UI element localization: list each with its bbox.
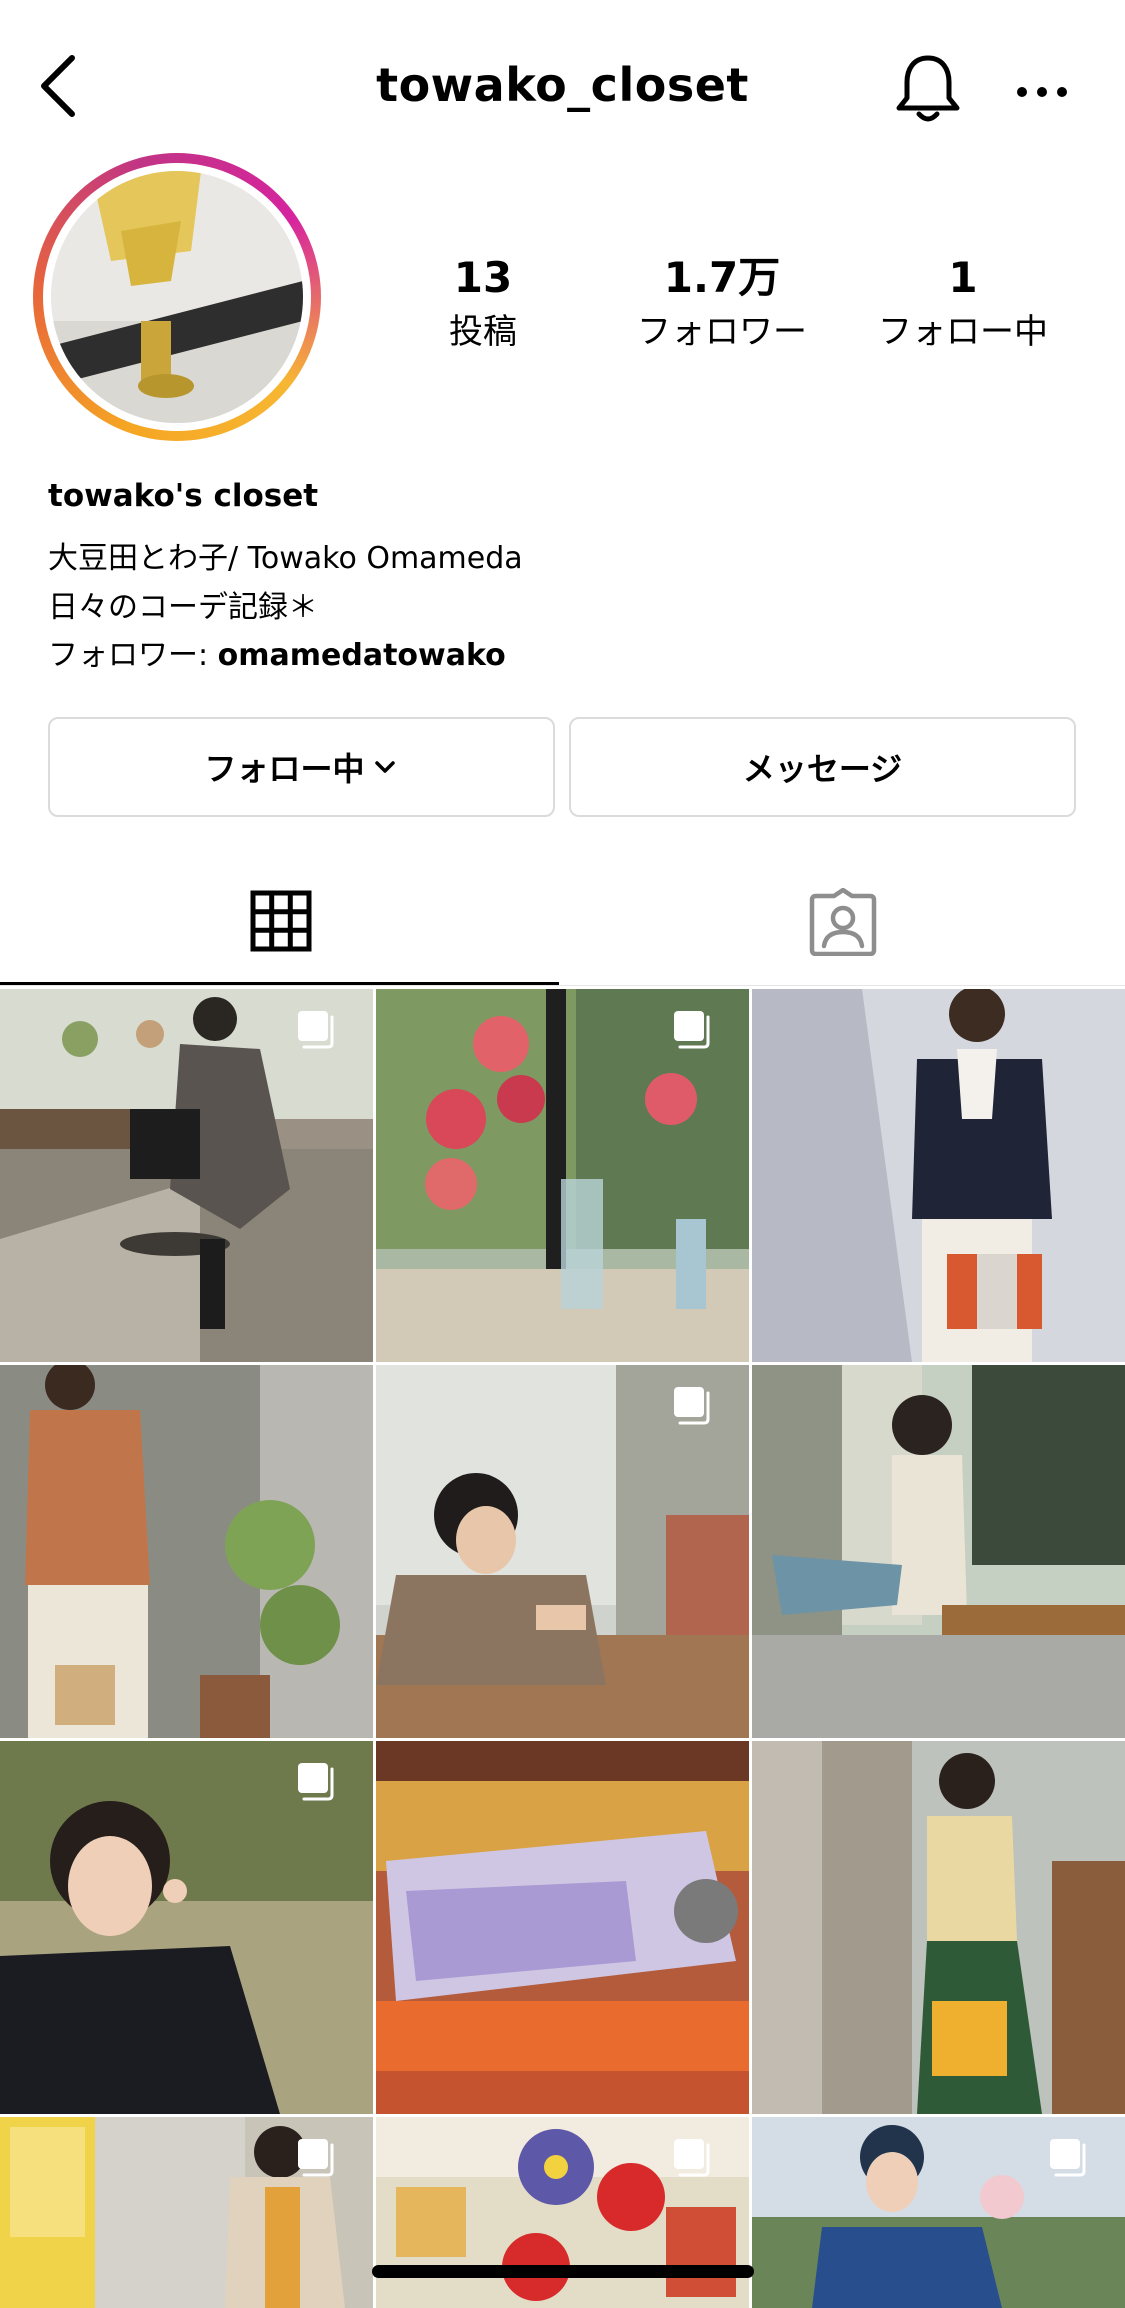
multiple-photos-icon [298, 1011, 334, 1049]
top-bar: towako_closet [0, 0, 1125, 160]
stat-label: フォロワー [637, 312, 807, 352]
grid-post[interactable] [376, 1741, 749, 2114]
followed-by[interactable]: フォロワー: omamedatowako [48, 630, 506, 674]
grid-post[interactable] [0, 1365, 373, 1738]
bio-line: 日々のコーデ記録＊ [48, 590, 318, 625]
multiple-photos-icon [674, 1011, 710, 1049]
following-button[interactable]: フォロー中 [48, 717, 555, 817]
message-button[interactable]: メッセージ [569, 717, 1076, 817]
more-horizontal-icon[interactable] [1012, 72, 1072, 112]
posts-count: 13 投稿 [373, 250, 593, 356]
profile-tabs [0, 860, 1125, 988]
multiple-photos-icon [1050, 2139, 1086, 2177]
bell-icon[interactable] [893, 52, 963, 126]
home-indicator[interactable] [372, 2265, 754, 2278]
stat-value: 13 [453, 253, 513, 302]
grid-post[interactable] [752, 1741, 1125, 2114]
grid-post[interactable] [752, 1365, 1125, 1738]
following-count[interactable]: 1 フォロー中 [853, 250, 1073, 356]
stat-label: フォロー中 [878, 312, 1048, 352]
tab-divider [0, 985, 1125, 986]
active-tab-indicator [0, 982, 559, 985]
stat-label: 投稿 [449, 312, 517, 352]
avatar[interactable] [51, 171, 303, 423]
multiple-photos-icon [298, 2139, 334, 2177]
following-label: フォロー中 [204, 750, 365, 788]
grid-icon[interactable] [250, 890, 312, 952]
stat-value: 1.7万 [663, 253, 781, 302]
bio-line: 大豆田とわ子/ Towako Omameda [48, 541, 523, 576]
grid-post[interactable] [752, 989, 1125, 1362]
stat-value: 1 [948, 253, 978, 302]
tagged-person-icon[interactable] [808, 888, 878, 956]
followed-by-user[interactable]: omamedatowako [218, 638, 506, 673]
multiple-photos-icon [674, 2139, 710, 2177]
followers-count[interactable]: 1.7万 フォロワー [612, 250, 832, 356]
multiple-photos-icon [298, 1763, 334, 1801]
chevron-down-icon [374, 761, 395, 773]
multiple-photos-icon [674, 1387, 710, 1425]
profile-name: towako's closet [48, 478, 319, 514]
followed-by-prefix: フォロワー: [48, 638, 218, 673]
